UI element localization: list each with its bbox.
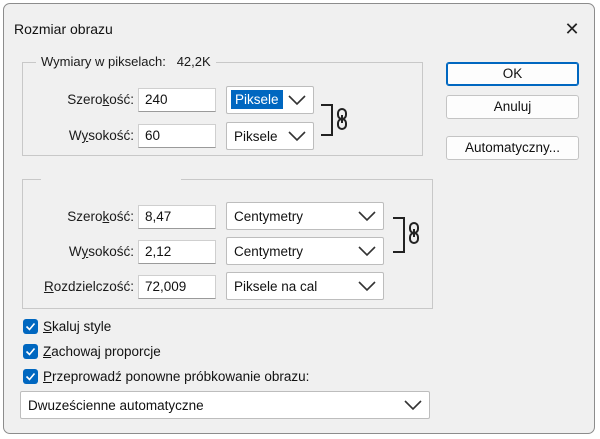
- scale-styles-label: Skaluj style: [43, 319, 112, 334]
- pixel-constrain-bracket: [321, 104, 333, 136]
- pixel-width-unit-select[interactable]: Piksele: [226, 86, 314, 114]
- resolution-unit-value: Piksele na cal: [234, 279, 318, 294]
- pixel-height-unit-select[interactable]: Piksele: [226, 122, 314, 150]
- doc-height-input[interactable]: 2,12: [138, 240, 216, 264]
- resample-label: Przeprowadź ponowne próbkowanie obrazu:: [43, 369, 310, 384]
- pixel-height-unit-value: Piksele: [234, 129, 278, 144]
- title-bar: Rozmiar obrazu ✕: [4, 4, 594, 44]
- resolution-unit-select[interactable]: Piksele na cal: [226, 272, 384, 300]
- doc-height-label: Wysokość:: [68, 244, 134, 259]
- doc-constrain-bracket: [393, 217, 405, 253]
- doc-height-unit-select[interactable]: Centymetry: [226, 237, 384, 265]
- doc-width-input[interactable]: 8,47: [138, 205, 216, 229]
- doc-height-unit-value: Centymetry: [234, 244, 304, 259]
- close-icon[interactable]: ✕: [559, 16, 585, 42]
- document-size-legend-gap: [41, 174, 181, 184]
- pixel-dimensions-size: 42,2K: [176, 54, 211, 69]
- chevron-down-icon: [358, 281, 376, 292]
- resolution-input[interactable]: 72,009: [138, 275, 216, 299]
- doc-width-label: Szerokość:: [67, 209, 134, 224]
- chevron-down-icon: [288, 95, 306, 106]
- pixel-width-input[interactable]: 240: [138, 88, 216, 112]
- image-size-dialog: Rozmiar obrazu ✕ Wymiary w pikselach: 42…: [3, 3, 595, 434]
- doc-width-unit-value: Centymetry: [234, 209, 304, 224]
- constrain-proportions-label: Zachowaj proporcje: [43, 344, 161, 359]
- chevron-down-icon: [358, 211, 376, 222]
- chain-link-icon: [337, 108, 347, 130]
- chevron-down-icon: [288, 131, 306, 142]
- checkbox-checked-icon: [23, 344, 38, 359]
- checkbox-checked-icon: [23, 319, 38, 334]
- chevron-down-icon: [358, 246, 376, 257]
- pixel-height-input[interactable]: 60: [138, 124, 216, 148]
- chevron-down-icon: [404, 400, 422, 411]
- resample-checkbox[interactable]: Przeprowadź ponowne próbkowanie obrazu:: [23, 369, 323, 387]
- doc-width-unit-select[interactable]: Centymetry: [226, 202, 384, 230]
- resolution-label: Rozdzielczość:: [43, 279, 134, 294]
- pixel-dimensions-label: Wymiary w pikselach:: [41, 54, 166, 69]
- pixel-dimensions-legend: Wymiary w pikselach: 42,2K: [36, 54, 216, 69]
- pixel-height-label: Wysokość:: [68, 128, 134, 143]
- scale-styles-checkbox[interactable]: Skaluj style: [23, 319, 133, 337]
- constrain-proportions-checkbox[interactable]: Zachowaj proporcje: [23, 344, 183, 362]
- checkbox-checked-icon: [23, 369, 38, 384]
- cancel-button[interactable]: Anuluj: [446, 95, 579, 119]
- dialog-title: Rozmiar obrazu: [14, 21, 113, 37]
- pixel-width-unit-value: Piksele: [231, 90, 283, 109]
- pixel-width-label: Szerokość:: [67, 92, 134, 107]
- resample-method-value: Dwuześcienne automatyczne: [28, 398, 204, 413]
- chain-link-icon: [409, 222, 419, 244]
- resample-method-select[interactable]: Dwuześcienne automatyczne: [20, 391, 430, 419]
- ok-button[interactable]: OK: [446, 62, 579, 86]
- auto-button[interactable]: Automatyczny...: [446, 136, 579, 160]
